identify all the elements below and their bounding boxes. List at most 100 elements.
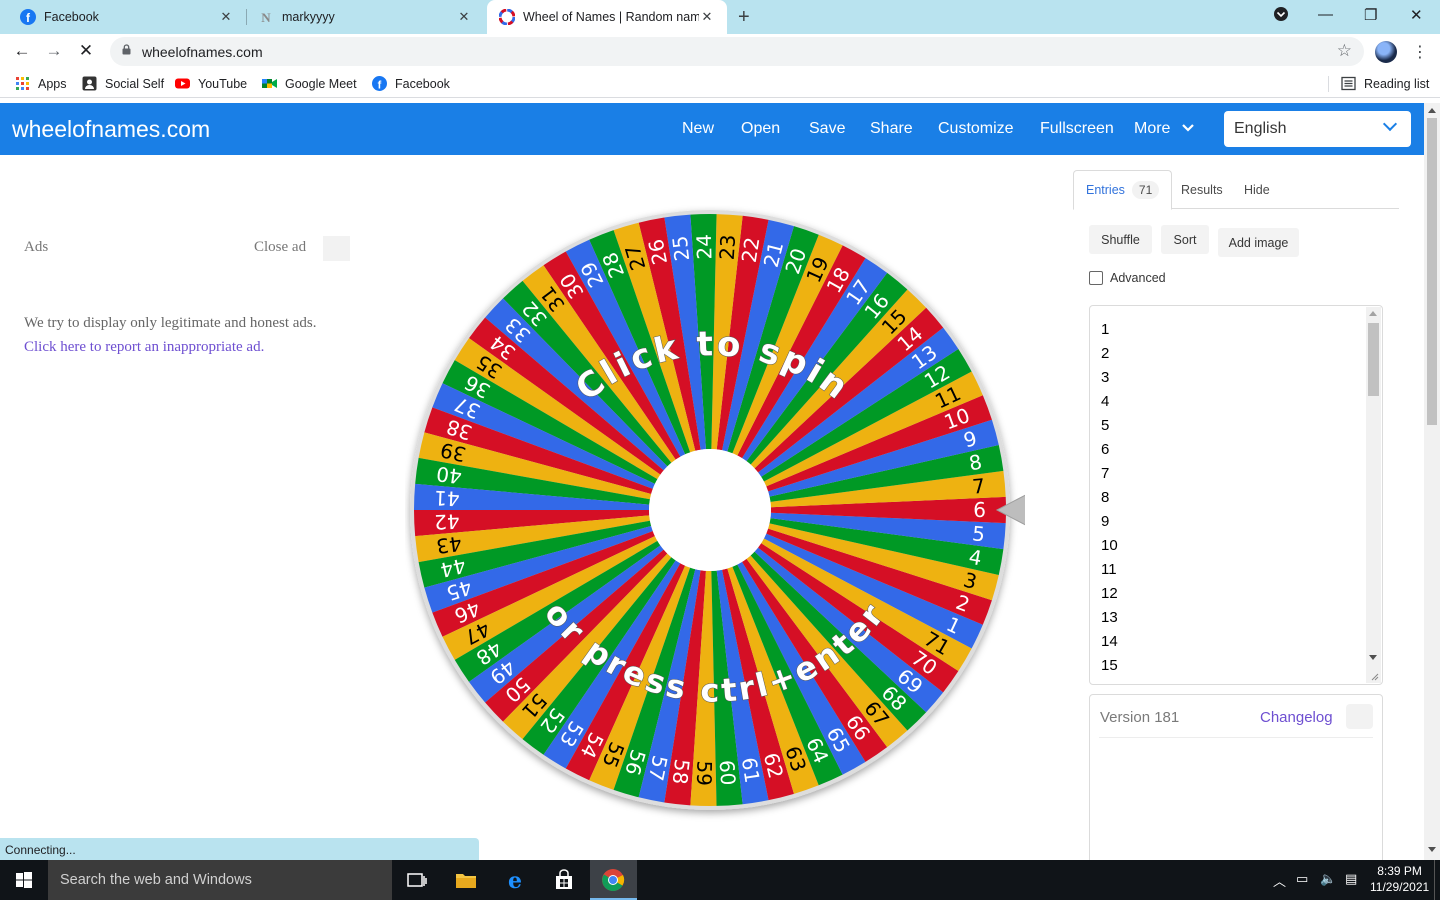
clock-time: 8:39 PM <box>1377 864 1422 878</box>
close-ad-label[interactable]: Close ad <box>254 239 306 256</box>
bookmark-social-self[interactable]: Social Self <box>82 76 164 91</box>
entry-line: 12 <box>1101 585 1118 602</box>
new-tab-icon[interactable]: + <box>738 6 750 29</box>
changelog-toggle-button[interactable] <box>1346 704 1373 729</box>
site-logo-text[interactable]: wheelofnames.com <box>12 116 210 143</box>
browser-tab-wheel-of-names[interactable]: Wheel of Names | Random name ✕ <box>487 0 727 34</box>
tray-expand-icon[interactable]: ︿ <box>1273 871 1286 890</box>
reading-list-button[interactable]: Reading list <box>1341 76 1429 91</box>
start-button[interactable] <box>0 860 48 900</box>
tab-search-icon[interactable] <box>1273 6 1289 26</box>
store-icon[interactable] <box>552 868 576 892</box>
bookmark-facebook[interactable]: f Facebook <box>372 76 450 91</box>
windows-logo-icon <box>16 872 32 888</box>
entry-line: 14 <box>1101 633 1118 650</box>
entries-scrollbar[interactable] <box>1366 307 1381 683</box>
close-tab-icon[interactable]: ✕ <box>456 9 472 25</box>
stop-loading-icon[interactable]: ✕ <box>75 41 97 61</box>
tab-hide[interactable]: Hide <box>1244 170 1270 209</box>
advanced-label: Advanced <box>1110 271 1166 285</box>
wheel-center-hub <box>649 449 771 571</box>
entry-line: 1 <box>1101 321 1110 338</box>
bookmark-apps[interactable]: Apps <box>15 76 67 91</box>
wheel-segment-label: 60 <box>715 759 741 786</box>
scroll-thumb[interactable] <box>1368 323 1379 396</box>
taskbar-chrome-active[interactable] <box>590 860 637 900</box>
menu-new[interactable]: New <box>682 120 714 138</box>
sort-button[interactable]: Sort <box>1161 225 1209 254</box>
browser-menu-icon[interactable]: ⋮ <box>1412 42 1428 62</box>
page-scrollbar[interactable] <box>1424 103 1440 860</box>
bookmarks-bar: Apps Social Self YouTube Google Meet f F… <box>0 70 1440 98</box>
divider <box>1099 737 1373 738</box>
youtube-icon <box>175 78 190 89</box>
site-header: wheelofnames.com New Open Save Share Cus… <box>0 103 1424 155</box>
task-view-icon[interactable] <box>405 868 429 892</box>
tab-results[interactable]: Results <box>1181 170 1223 209</box>
scroll-down-icon[interactable] <box>1369 655 1377 660</box>
tab-title: Facebook <box>44 10 99 24</box>
browser-tab-facebook[interactable]: f Facebook ✕ <box>8 0 246 34</box>
file-explorer-icon[interactable] <box>454 868 478 892</box>
facebook-icon: f <box>372 76 387 91</box>
menu-open[interactable]: Open <box>741 120 780 138</box>
advanced-checkbox[interactable] <box>1089 271 1103 285</box>
scroll-up-icon[interactable] <box>1369 311 1377 316</box>
scroll-thumb[interactable] <box>1427 118 1437 425</box>
back-icon[interactable]: ← <box>11 41 33 61</box>
close-tab-icon[interactable]: ✕ <box>218 9 234 25</box>
browser-tab-markyyyy[interactable]: N markyyyy ✕ <box>246 0 484 34</box>
scroll-up-icon[interactable] <box>1428 108 1436 113</box>
minimize-icon[interactable]: — <box>1318 6 1333 23</box>
address-bar[interactable]: wheelofnames.com ☆ <box>110 37 1364 66</box>
spin-wheel[interactable]: 1234567891011121314151617181920212223242… <box>405 205 1025 825</box>
chevron-down-icon <box>1182 124 1194 132</box>
entry-line: 11 <box>1101 561 1117 578</box>
show-desktop-button[interactable] <box>1434 860 1440 900</box>
menu-more-label: More <box>1134 120 1171 137</box>
report-ad-link[interactable]: Click here to report an inappropriate ad… <box>24 335 317 359</box>
taskbar-search-placeholder: Search the web and Windows <box>60 872 252 888</box>
network-icon[interactable]: ▭ <box>1296 871 1308 887</box>
bookmark-label: YouTube <box>198 76 248 91</box>
scroll-down-icon[interactable] <box>1428 847 1436 852</box>
menu-fullscreen[interactable]: Fullscreen <box>1040 120 1114 138</box>
browser-toolbar: ← → ✕ wheelofnames.com ☆ ⋮ <box>0 34 1440 70</box>
wheel-segment-label: 57 <box>644 753 673 783</box>
entry-line: 15 <box>1101 657 1118 674</box>
profile-avatar[interactable] <box>1375 41 1397 63</box>
menu-save[interactable]: Save <box>809 120 845 138</box>
entries-textarea[interactable]: 1 2 3 4 5 6 7 8 9 10 11 12 13 14 15 <box>1089 305 1383 685</box>
entry-line: 2 <box>1101 345 1110 362</box>
resize-handle-icon[interactable] <box>1371 673 1379 681</box>
taskbar-clock[interactable]: 8:39 PM 11/29/2021 <box>1370 863 1429 895</box>
tab-title: Wheel of Names | Random name <box>523 10 699 24</box>
close-window-icon[interactable]: ✕ <box>1410 6 1423 24</box>
advanced-toggle[interactable]: Advanced <box>1089 271 1166 285</box>
bookmark-star-icon[interactable]: ☆ <box>1337 41 1352 61</box>
close-tab-icon[interactable]: ✕ <box>699 9 715 25</box>
ads-notice: We try to display only legitimate and ho… <box>24 311 317 359</box>
restore-icon[interactable]: ❐ <box>1364 6 1377 24</box>
status-bar: Connecting... <box>0 838 479 860</box>
language-select[interactable]: English <box>1224 111 1411 147</box>
windows-taskbar: Search the web and Windows e ︿ ▭ 🔈 ▤ 8:3… <box>0 860 1440 900</box>
bookmark-youtube[interactable]: YouTube <box>175 76 247 91</box>
menu-more[interactable]: More <box>1134 120 1195 138</box>
changelog-link[interactable]: Changelog <box>1260 709 1333 726</box>
reading-list-label: Reading list <box>1364 76 1430 91</box>
add-image-button[interactable]: Add image <box>1218 228 1299 257</box>
shuffle-button[interactable]: Shuffle <box>1089 225 1152 254</box>
wheel-segment-label: 22 <box>737 235 765 264</box>
menu-customize[interactable]: Customize <box>938 120 1014 138</box>
taskbar-search-box[interactable]: Search the web and Windows <box>48 860 392 900</box>
volume-icon[interactable]: 🔈 <box>1320 871 1336 887</box>
close-ad-button[interactable] <box>323 236 350 261</box>
forward-icon[interactable]: → <box>43 41 65 61</box>
tab-entries[interactable]: Entries 71 <box>1073 170 1173 210</box>
bookmark-google-meet[interactable]: Google Meet <box>262 76 357 91</box>
edge-browser-icon[interactable]: e <box>503 868 527 892</box>
notifications-icon[interactable]: ▤ <box>1345 871 1357 887</box>
wheel-segment-label: 23 <box>715 234 741 261</box>
menu-share[interactable]: Share <box>870 120 913 138</box>
